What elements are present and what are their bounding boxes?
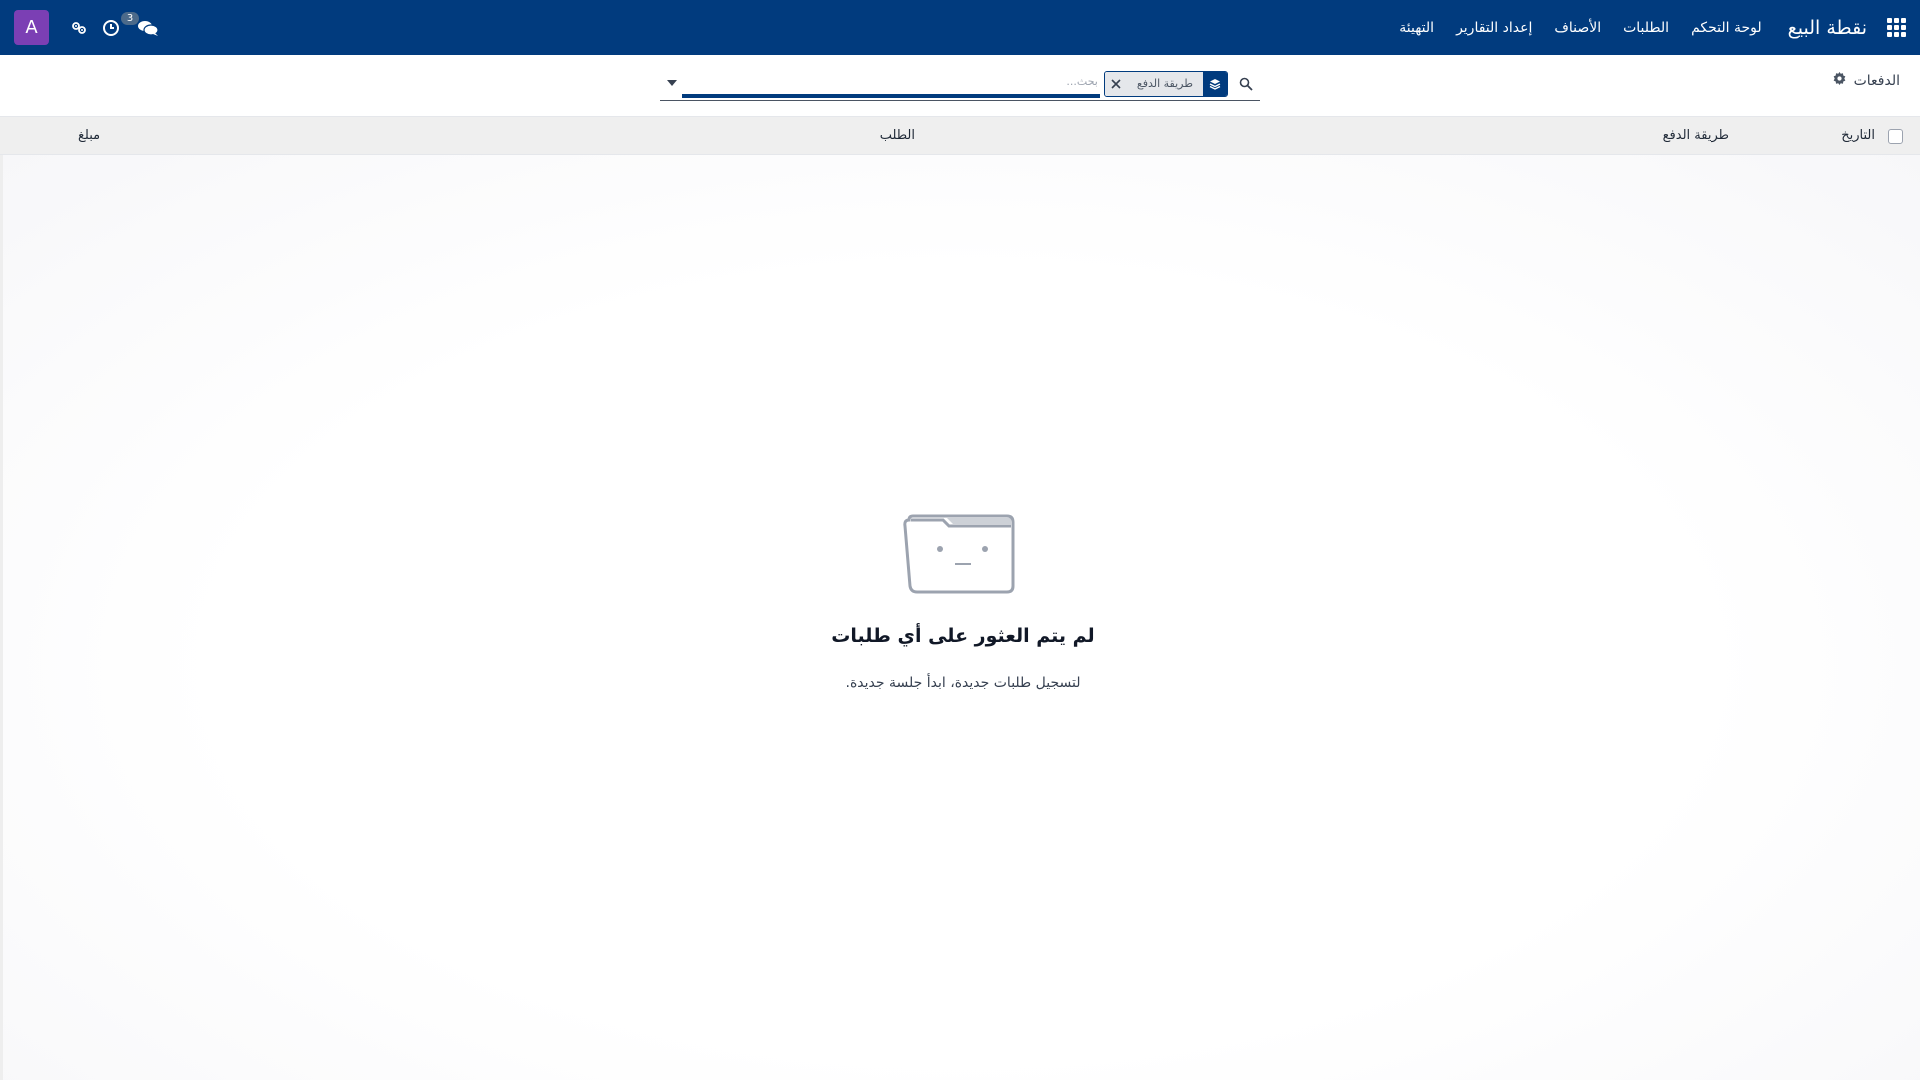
breadcrumb: الدفعات	[1833, 72, 1900, 89]
facet-label: طريقة الدفع	[1126, 71, 1203, 96]
chat-icon[interactable]: 3	[121, 11, 163, 38]
search-input[interactable]	[681, 69, 1100, 98]
column-order[interactable]: الطلب	[880, 128, 915, 143]
column-date[interactable]: التاريخ	[1841, 128, 1875, 143]
column-payment-method[interactable]: طريقة الدفع	[1663, 128, 1729, 143]
menu-dashboard[interactable]: لوحة التحكم	[1691, 20, 1762, 36]
empty-state-title: لم يتم العثور على أي طلبات	[831, 625, 1095, 647]
column-amount[interactable]: مبلغ	[78, 128, 100, 143]
menu-orders[interactable]: الطلبات	[1623, 20, 1669, 36]
layers-icon	[1203, 71, 1227, 96]
close-icon[interactable]	[1104, 71, 1127, 96]
nav-main-menu: نقطة البيع لوحة التحكم الطلبات الأصناف إ…	[1377, 17, 1906, 39]
select-all-checkbox[interactable]	[1888, 129, 1903, 144]
caret-down-icon[interactable]	[662, 73, 682, 93]
users-gear-icon[interactable]	[69, 18, 89, 38]
menu-configuration[interactable]: التهيئة	[1399, 20, 1434, 36]
top-navbar: نقطة البيع لوحة التحكم الطلبات الأصناف إ…	[0, 0, 1920, 55]
list-content: لم يتم العثور على أي طلبات لتسجيل طلبات …	[0, 155, 1920, 1080]
control-panel: الدفعات طريقة الدفع	[0, 55, 1920, 117]
clock-icon[interactable]	[101, 18, 121, 38]
page-title: الدفعات	[1853, 72, 1900, 89]
app-brand[interactable]: نقطة البيع	[1788, 17, 1867, 39]
empty-state-subtitle: لتسجيل طلبات جديدة، ابدأ جلسة جديدة.	[845, 675, 1081, 691]
user-avatar[interactable]: A	[14, 10, 49, 45]
search-facet: طريقة الدفع	[1103, 70, 1228, 97]
list-header: التاريخ طريقة الدفع الطلب مبلغ	[0, 117, 1920, 155]
nav-systray: A 3	[14, 10, 175, 45]
gear-icon[interactable]	[1833, 72, 1846, 89]
search-icon[interactable]	[1232, 70, 1260, 98]
messages-badge: 3	[121, 11, 139, 25]
menu-products[interactable]: الأصناف	[1554, 20, 1601, 36]
apps-grid-icon[interactable]	[1887, 18, 1906, 37]
empty-folder-icon	[903, 512, 1021, 596]
search-bar: طريقة الدفع	[660, 67, 1260, 101]
menu-reporting[interactable]: إعداد التقارير	[1456, 20, 1532, 36]
